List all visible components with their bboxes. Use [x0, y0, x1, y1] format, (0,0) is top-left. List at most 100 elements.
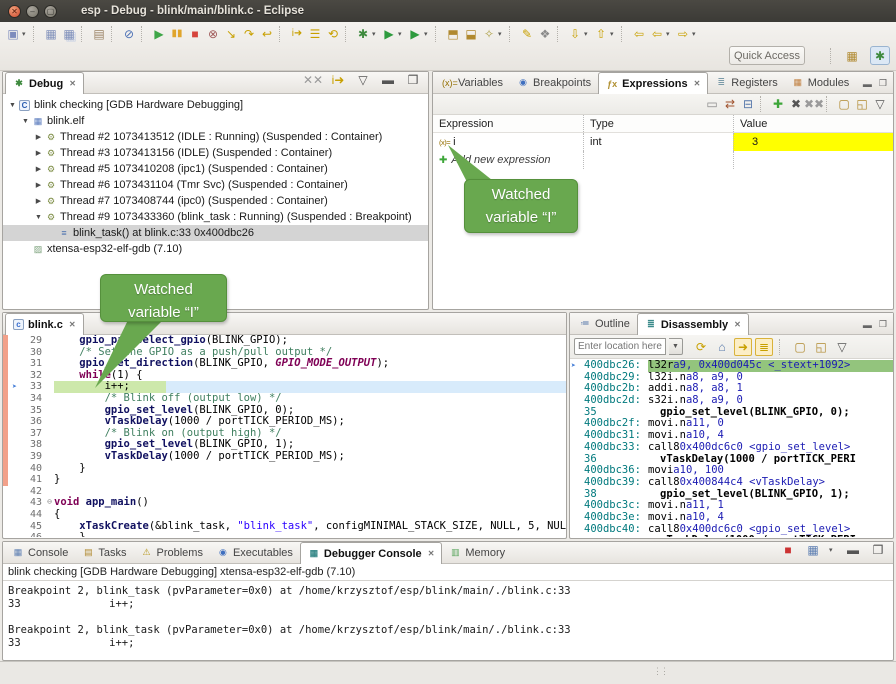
close-tab-icon[interactable]: ✕ [69, 79, 76, 88]
instruction-stepping-icon[interactable]: i➜ [288, 25, 306, 43]
close-tab-icon[interactable]: ✕ [734, 320, 741, 329]
new-dropdown-icon[interactable]: ▾ [22, 30, 30, 38]
console-tab-console[interactable]: ▦Console [5, 542, 75, 563]
show-source-icon[interactable]: ≣ [755, 338, 773, 356]
collapse-arrow-icon[interactable]: ▶ [33, 165, 44, 173]
maximize-icon[interactable]: ❒ [879, 319, 887, 330]
step-over-icon[interactable]: ↷ [240, 25, 258, 43]
tree-item[interactable]: ▶⚙Thread #2 1073413512 (IDLE : Running) … [3, 129, 428, 145]
window-minimize-icon[interactable]: – [26, 5, 39, 18]
mark-occurrences-icon[interactable]: ✎ [518, 25, 536, 43]
editor-tab-blink-c[interactable]: cblink.c✕ [5, 313, 84, 335]
add-expression-row[interactable]: ✚Add new expression [433, 151, 893, 169]
tree-item[interactable]: ≡blink_task() at blink.c:33 0x400dbc26 [3, 225, 428, 241]
expressions-tab-registers[interactable]: ≣Registers [708, 72, 784, 93]
open-perspective-icon[interactable]: ▦ [842, 46, 862, 65]
refresh-icon[interactable]: ⟳ [692, 338, 710, 356]
show-logical-structure-icon[interactable]: ⇄ [721, 95, 739, 113]
build-icon[interactable]: ▤ [90, 25, 108, 43]
collapse-arrow-icon[interactable]: ▶ [33, 181, 44, 189]
console-output[interactable]: Breakpoint 2, blink_task (pvParameter=0x… [3, 581, 893, 650]
collapse-arrow-icon[interactable]: ▶ [33, 133, 44, 141]
tree-item[interactable]: ▶⚙Thread #6 1073431104 (Tmr Svc) (Suspen… [3, 177, 428, 193]
collapse-all-icon[interactable]: ⊟ [739, 95, 757, 113]
annotations-icon[interactable]: ❖ [536, 25, 554, 43]
open-task-icon[interactable]: ⬒ [444, 25, 462, 43]
restart-icon[interactable]: ⟲ [324, 25, 342, 43]
expand-arrow-icon[interactable]: ▼ [20, 118, 31, 125]
code-editor[interactable]: 29 gpio_pad_select_gpio(BLINK_GPIO);30 /… [3, 335, 566, 537]
code-line[interactable]: 43⊖void app_main() [3, 497, 566, 509]
minimize-icon[interactable]: ▬ [863, 79, 872, 89]
next-annotation-dropdown-icon[interactable]: ▾ [584, 30, 592, 38]
close-tab-icon[interactable]: ✕ [69, 320, 76, 329]
disassembly-line[interactable]: vTaskDelay(1000 / portTICK_PERI [570, 535, 893, 537]
debug-perspective-icon[interactable]: ✱ [870, 46, 890, 65]
location-input[interactable] [574, 338, 666, 355]
previous-annotation-dropdown-icon[interactable]: ▾ [610, 30, 618, 38]
window-maximize-icon[interactable]: ▢ [44, 5, 57, 18]
close-tab-icon[interactable]: ✕ [694, 79, 701, 88]
pin-view-icon[interactable]: ◱ [812, 338, 830, 356]
step-return-icon[interactable]: ↩ [258, 25, 276, 43]
console-tab-problems[interactable]: ⚠Problems [133, 542, 209, 563]
external-tools-dropdown-icon[interactable]: ▾ [424, 30, 432, 38]
quick-access-button[interactable]: Quick Access [729, 46, 805, 65]
maximize-icon[interactable]: ❒ [869, 541, 887, 559]
expand-arrow-icon[interactable]: ▼ [33, 214, 44, 221]
expressions-tab-variables[interactable]: (x)=Variables [435, 72, 510, 93]
home-icon[interactable]: ⌂ [713, 338, 731, 356]
debug-tab-debug[interactable]: ✱Debug✕ [5, 72, 84, 94]
terminate-console-icon[interactable]: ■ [779, 541, 797, 559]
disassembly-tab-disassembly[interactable]: ≣Disassembly✕ [637, 313, 749, 335]
console-tab-tasks[interactable]: ▤Tasks [75, 542, 133, 563]
fold-collapse-icon[interactable]: ⊖ [45, 497, 54, 509]
disassembly-line[interactable]: 400dbc39:call80x400844c4 <vTaskDelay> [570, 477, 893, 489]
collapse-arrow-icon[interactable]: ▶ [33, 197, 44, 205]
new-expressions-view-icon[interactable]: ▢ [835, 95, 853, 113]
add-expression-icon[interactable]: ✚ [769, 95, 787, 113]
save-icon[interactable]: ▦ [42, 25, 60, 43]
tree-item[interactable]: ▶⚙Thread #7 1073408744 (ipc0) (Suspended… [3, 193, 428, 209]
view-menu-icon[interactable]: ▽ [354, 71, 372, 89]
disassembly-tab-outline[interactable]: ≔Outline [572, 313, 637, 334]
tree-item[interactable]: ▨xtensa-esp32-elf-gdb (7.10) [3, 241, 428, 257]
external-tools-icon[interactable]: ▶ [406, 25, 424, 43]
forward-dropdown-icon[interactable]: ▾ [692, 30, 700, 38]
search-icon[interactable]: ✧ [480, 25, 498, 43]
follow-execution-icon[interactable]: ➜ [734, 338, 752, 356]
skip-all-breakpoints-icon[interactable]: ⊘ [120, 25, 138, 43]
tree-item[interactable]: ▼▦blink.elf [3, 113, 428, 129]
suspend-icon[interactable]: ▮▮ [168, 25, 186, 43]
close-tab-icon[interactable]: ✕ [428, 549, 435, 558]
location-dropdown-icon[interactable]: ▼ [669, 338, 683, 355]
show-type-names-icon[interactable]: ▭ [703, 95, 721, 113]
display-selected-console-dropdown-icon[interactable]: ▾ [829, 546, 837, 554]
code-line[interactable]: 39 vTaskDelay(1000 / portTICK_PERIOD_MS)… [3, 451, 566, 463]
view-menu-icon[interactable]: ▽ [833, 338, 851, 356]
code-line[interactable]: 40 } [3, 463, 566, 475]
instruction-stepping-mode-icon[interactable]: i➜ [329, 71, 347, 89]
minimize-icon[interactable]: ▬ [844, 541, 862, 559]
code-line[interactable]: 45 xTaskCreate(&blink_task, "blink_task"… [3, 521, 566, 533]
console-tab-executables[interactable]: ◉Executables [210, 542, 300, 563]
run-icon[interactable]: ▶ [380, 25, 398, 43]
debug-dropdown-icon[interactable]: ▾ [372, 30, 380, 38]
debug-icon[interactable]: ✱ [354, 25, 372, 43]
remove-all-expressions-icon[interactable]: ✖✖ [805, 95, 823, 113]
open-resource-icon[interactable]: ⬓ [462, 25, 480, 43]
back-icon[interactable]: ⇦ [648, 25, 666, 43]
column-expression[interactable]: Expression [433, 115, 583, 132]
remove-expression-icon[interactable]: ✖ [787, 95, 805, 113]
breakpoint-arrow-icon[interactable]: ➤ [8, 381, 21, 393]
pin-view-icon[interactable]: ◱ [853, 95, 871, 113]
maximize-icon[interactable]: ❒ [404, 71, 422, 89]
console-tab-debugger-console[interactable]: ▦Debugger Console✕ [300, 542, 443, 564]
next-annotation-icon[interactable]: ⇩ [566, 25, 584, 43]
disassembly-line[interactable]: 400dbc2d:s32i.na8, a9, 0 [570, 395, 893, 407]
expressions-tab-modules[interactable]: ▦Modules [785, 72, 857, 93]
expression-row[interactable]: (x)=iint3 [433, 133, 893, 151]
previous-annotation-icon[interactable]: ⇧ [592, 25, 610, 43]
disassembly-listing[interactable]: ➤400dbc26:l32ra9, 0x400d045c <_stext+109… [570, 359, 893, 537]
expand-arrow-icon[interactable]: ▼ [7, 102, 18, 109]
